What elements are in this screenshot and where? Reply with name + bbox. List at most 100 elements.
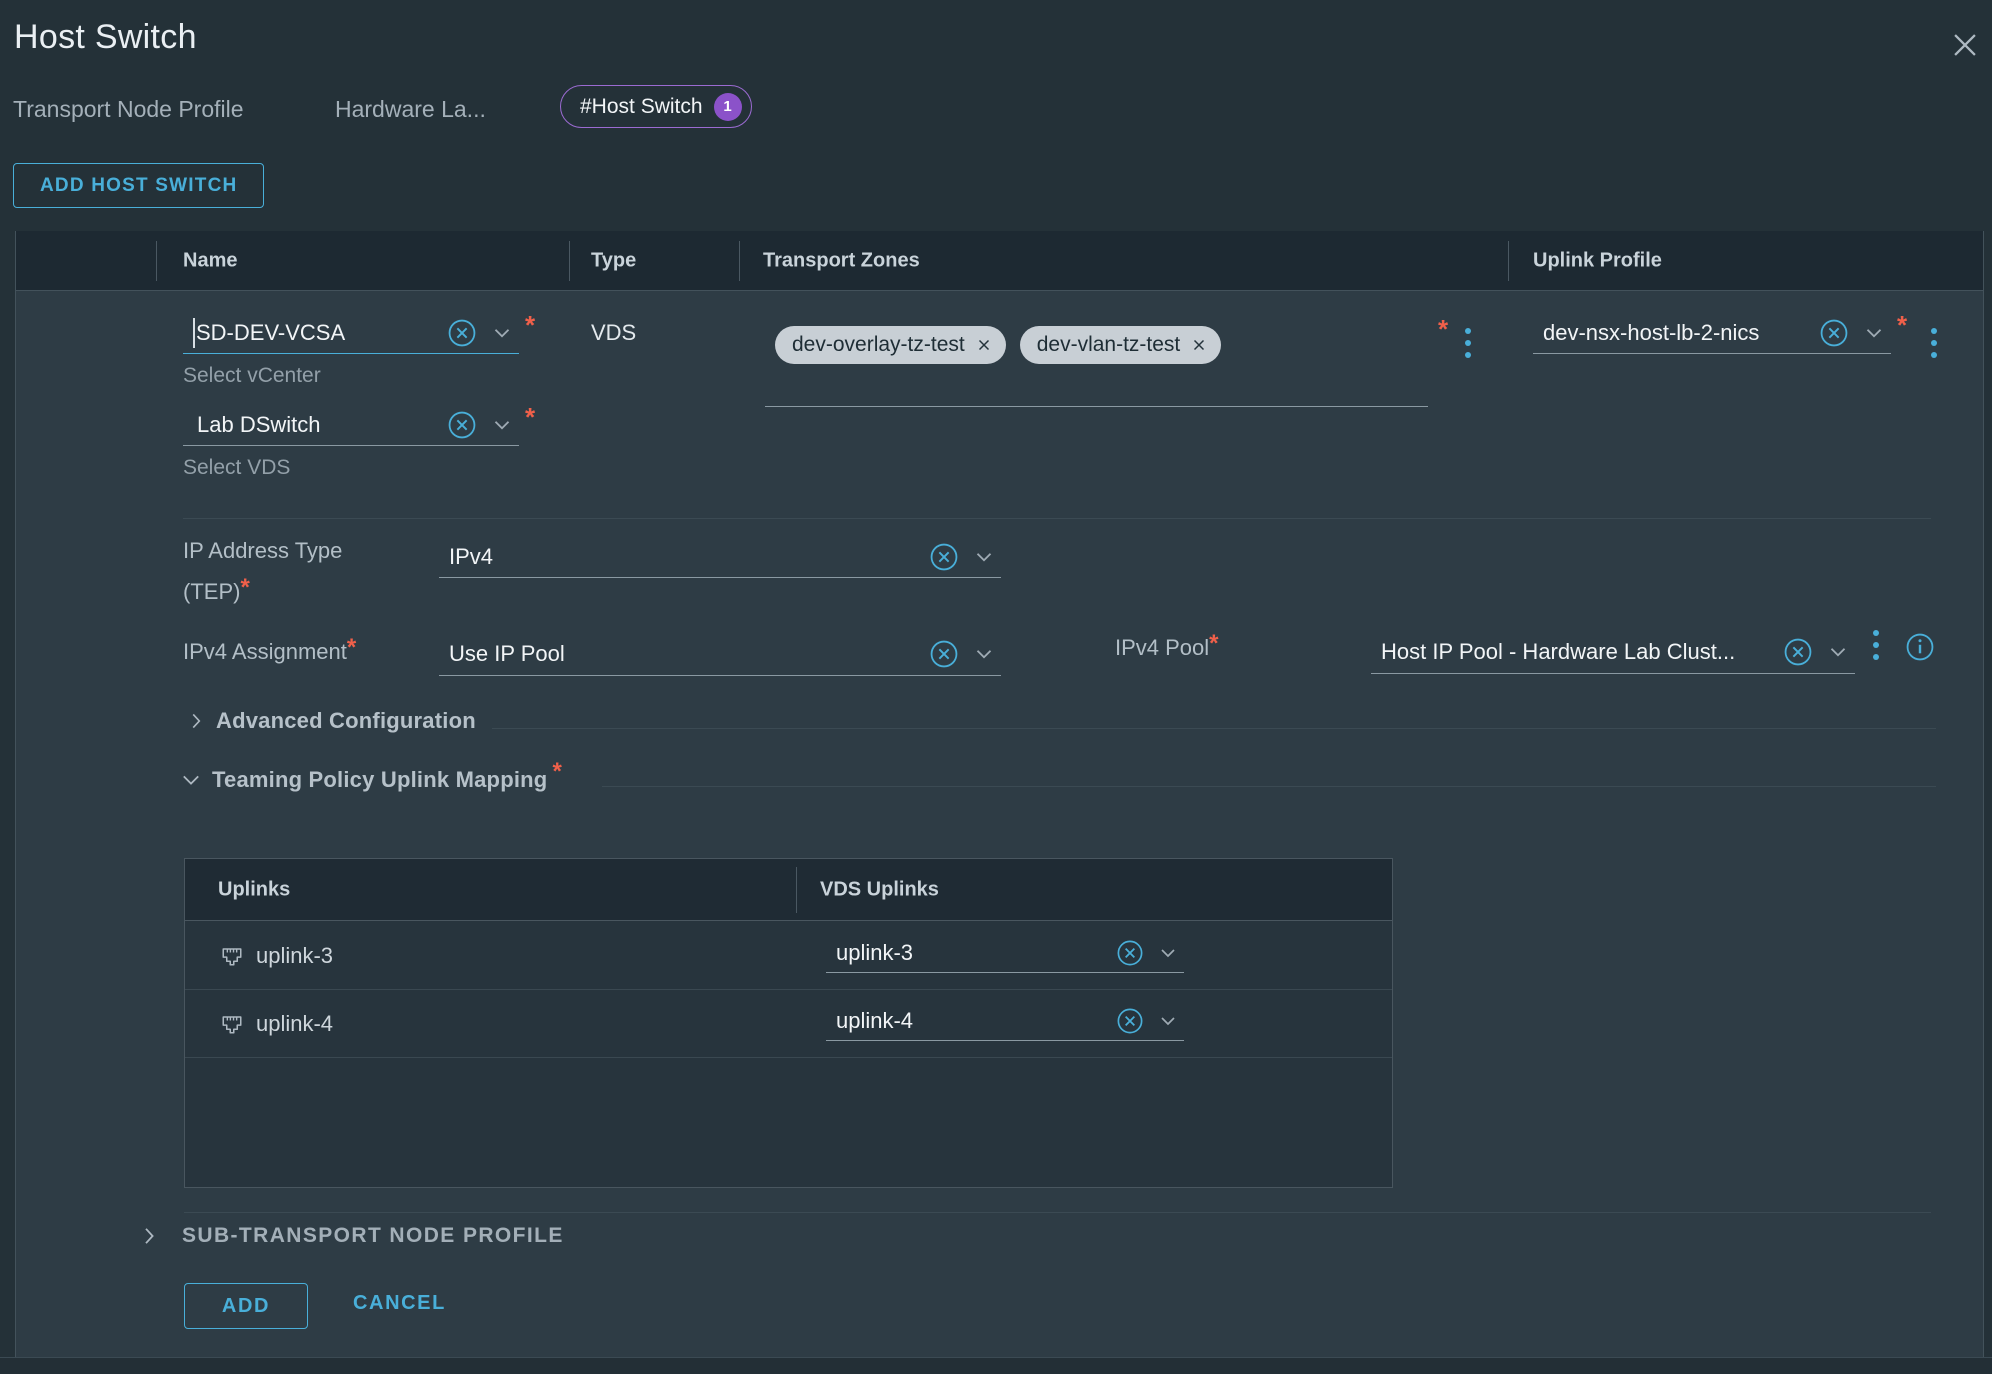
required-marker: *: [525, 404, 535, 430]
uplink-profile-menu-icon[interactable]: [1929, 326, 1939, 360]
tab-transport-node-profile[interactable]: Transport Node Profile: [13, 96, 244, 123]
uplink-name: uplink-3: [256, 943, 333, 969]
column-header-uplinks: Uplinks: [218, 878, 290, 901]
advanced-configuration-toggle[interactable]: Advanced Configuration: [185, 708, 476, 734]
text-caret: [193, 318, 195, 348]
chevron-right-icon: [185, 710, 207, 732]
chevron-down-icon[interactable]: [971, 544, 997, 570]
teaming-policy-toggle[interactable]: Teaming Policy Uplink Mapping *: [179, 766, 562, 794]
column-separator: [739, 241, 740, 281]
column-header-uplink-profile: Uplink Profile: [1533, 249, 1662, 272]
ipv4-assignment-value: Use IP Pool: [449, 641, 927, 667]
chevron-down-icon[interactable]: [1156, 941, 1180, 965]
transport-zones-underline: [765, 406, 1428, 407]
close-icon[interactable]: [1948, 28, 1982, 62]
cancel-button[interactable]: CANCEL: [353, 1292, 446, 1315]
ipv4-pool-field[interactable]: Host IP Pool - Hardware Lab Clust...: [1371, 630, 1855, 674]
vds-uplink-value: uplink-3: [836, 940, 1114, 966]
chevron-down-icon[interactable]: [1861, 320, 1887, 346]
bottom-strip: [0, 1357, 1992, 1374]
vcenter-select-value: SD-DEV-VCSA: [196, 320, 445, 346]
host-switch-grid: Name Type Transport Zones Uplink Profile…: [15, 231, 1984, 1357]
section-rule: [492, 728, 1936, 729]
column-separator: [569, 241, 570, 281]
clear-icon[interactable]: [929, 639, 959, 669]
vds-uplink-select[interactable]: uplink-3: [826, 933, 1184, 973]
chip-remove-icon[interactable]: [1191, 337, 1207, 353]
chip-remove-icon[interactable]: [976, 337, 992, 353]
vds-uplink-value: uplink-4: [836, 1008, 1114, 1034]
tab-host-switch-label: #Host Switch: [580, 95, 703, 119]
ip-address-type-label-line2: (TEP)*: [183, 574, 250, 605]
clear-icon[interactable]: [447, 410, 477, 440]
section-rule: [602, 786, 1936, 787]
chip-label: dev-overlay-tz-test: [792, 333, 965, 357]
host-switch-count-badge: 1: [714, 93, 742, 121]
required-marker: *: [552, 758, 561, 786]
teaming-table-header: Uplinks VDS Uplinks: [185, 859, 1392, 921]
ip-address-type-field[interactable]: IPv4: [439, 536, 1001, 578]
section-divider: [184, 1212, 1931, 1213]
uplink-name: uplink-4: [256, 1011, 333, 1037]
chevron-down-icon[interactable]: [971, 641, 997, 667]
clear-icon[interactable]: [1819, 318, 1849, 348]
ipv4-assignment-label-text: IPv4 Assignment: [183, 639, 347, 664]
transport-zones-field[interactable]: dev-overlay-tz-test dev-vlan-tz-test: [775, 326, 1221, 364]
transport-zone-chip: dev-vlan-tz-test: [1020, 326, 1222, 364]
clear-icon[interactable]: [929, 542, 959, 572]
page-title: Host Switch: [14, 18, 197, 57]
required-marker: *: [1897, 312, 1907, 338]
vds-helper-text: Select VDS: [183, 456, 290, 480]
sub-transport-node-profile-label: SUB-TRANSPORT NODE PROFILE: [182, 1224, 564, 1248]
ethernet-port-icon: [218, 1010, 246, 1038]
column-header-type: Type: [591, 249, 636, 272]
ipv4-pool-menu-icon[interactable]: [1871, 628, 1881, 662]
chevron-down-icon: [179, 768, 203, 792]
sub-transport-node-profile-toggle[interactable]: SUB-TRANSPORT NODE PROFILE: [137, 1224, 564, 1248]
ip-address-type-value: IPv4: [449, 544, 927, 570]
required-marker: *: [1209, 630, 1218, 657]
uplink-row-label: uplink-4: [218, 1010, 333, 1038]
clear-icon[interactable]: [1116, 939, 1144, 967]
chevron-right-icon: [137, 1224, 161, 1248]
column-header-vds-uplinks: VDS Uplinks: [820, 878, 939, 901]
row-divider: [185, 989, 1392, 990]
uplink-profile-field[interactable]: dev-nsx-host-lb-2-nics: [1533, 312, 1891, 354]
required-marker: *: [525, 312, 535, 338]
section-divider: [183, 518, 1931, 519]
type-value: VDS: [591, 320, 636, 346]
ipv4-assignment-field[interactable]: Use IP Pool: [439, 632, 1001, 676]
uplink-profile-value: dev-nsx-host-lb-2-nics: [1543, 320, 1817, 346]
chevron-down-icon[interactable]: [489, 320, 515, 346]
vcenter-select-field[interactable]: SD-DEV-VCSA: [183, 312, 519, 354]
clear-icon[interactable]: [1116, 1007, 1144, 1035]
advanced-configuration-label: Advanced Configuration: [216, 708, 476, 734]
column-separator: [156, 241, 157, 281]
required-marker: *: [1438, 316, 1448, 342]
chevron-down-icon[interactable]: [1825, 639, 1851, 665]
clear-icon[interactable]: [447, 318, 477, 348]
host-switch-dialog: Host Switch Transport Node Profile Hardw…: [0, 0, 1992, 1374]
vds-uplink-select[interactable]: uplink-4: [826, 1001, 1184, 1041]
transport-zones-menu-icon[interactable]: [1463, 326, 1473, 360]
required-marker: *: [347, 634, 356, 661]
chip-label: dev-vlan-tz-test: [1037, 333, 1181, 357]
teaming-uplinks-table: Uplinks VDS Uplinks uplink-3 uplink-3: [184, 858, 1393, 1188]
ipv4-assignment-label: IPv4 Assignment*: [183, 634, 356, 665]
vds-select-value: Lab DSwitch: [193, 412, 445, 438]
transport-zone-chip: dev-overlay-tz-test: [775, 326, 1006, 364]
add-host-switch-button[interactable]: ADD HOST SWITCH: [13, 163, 264, 208]
tab-hardware-la[interactable]: Hardware La...: [335, 96, 486, 123]
row-divider: [185, 1057, 1392, 1058]
chevron-down-icon[interactable]: [489, 412, 515, 438]
required-marker: *: [240, 574, 249, 601]
uplink-row-label: uplink-3: [218, 942, 333, 970]
teaming-policy-label: Teaming Policy Uplink Mapping: [212, 767, 547, 793]
chevron-down-icon[interactable]: [1156, 1009, 1180, 1033]
info-icon[interactable]: [1905, 632, 1935, 662]
add-button[interactable]: ADD: [184, 1283, 308, 1329]
clear-icon[interactable]: [1783, 637, 1813, 667]
tab-host-switch[interactable]: #Host Switch 1: [560, 85, 752, 128]
ipv4-pool-label: IPv4 Pool*: [1115, 630, 1219, 661]
vds-select-field[interactable]: Lab DSwitch: [183, 404, 519, 446]
